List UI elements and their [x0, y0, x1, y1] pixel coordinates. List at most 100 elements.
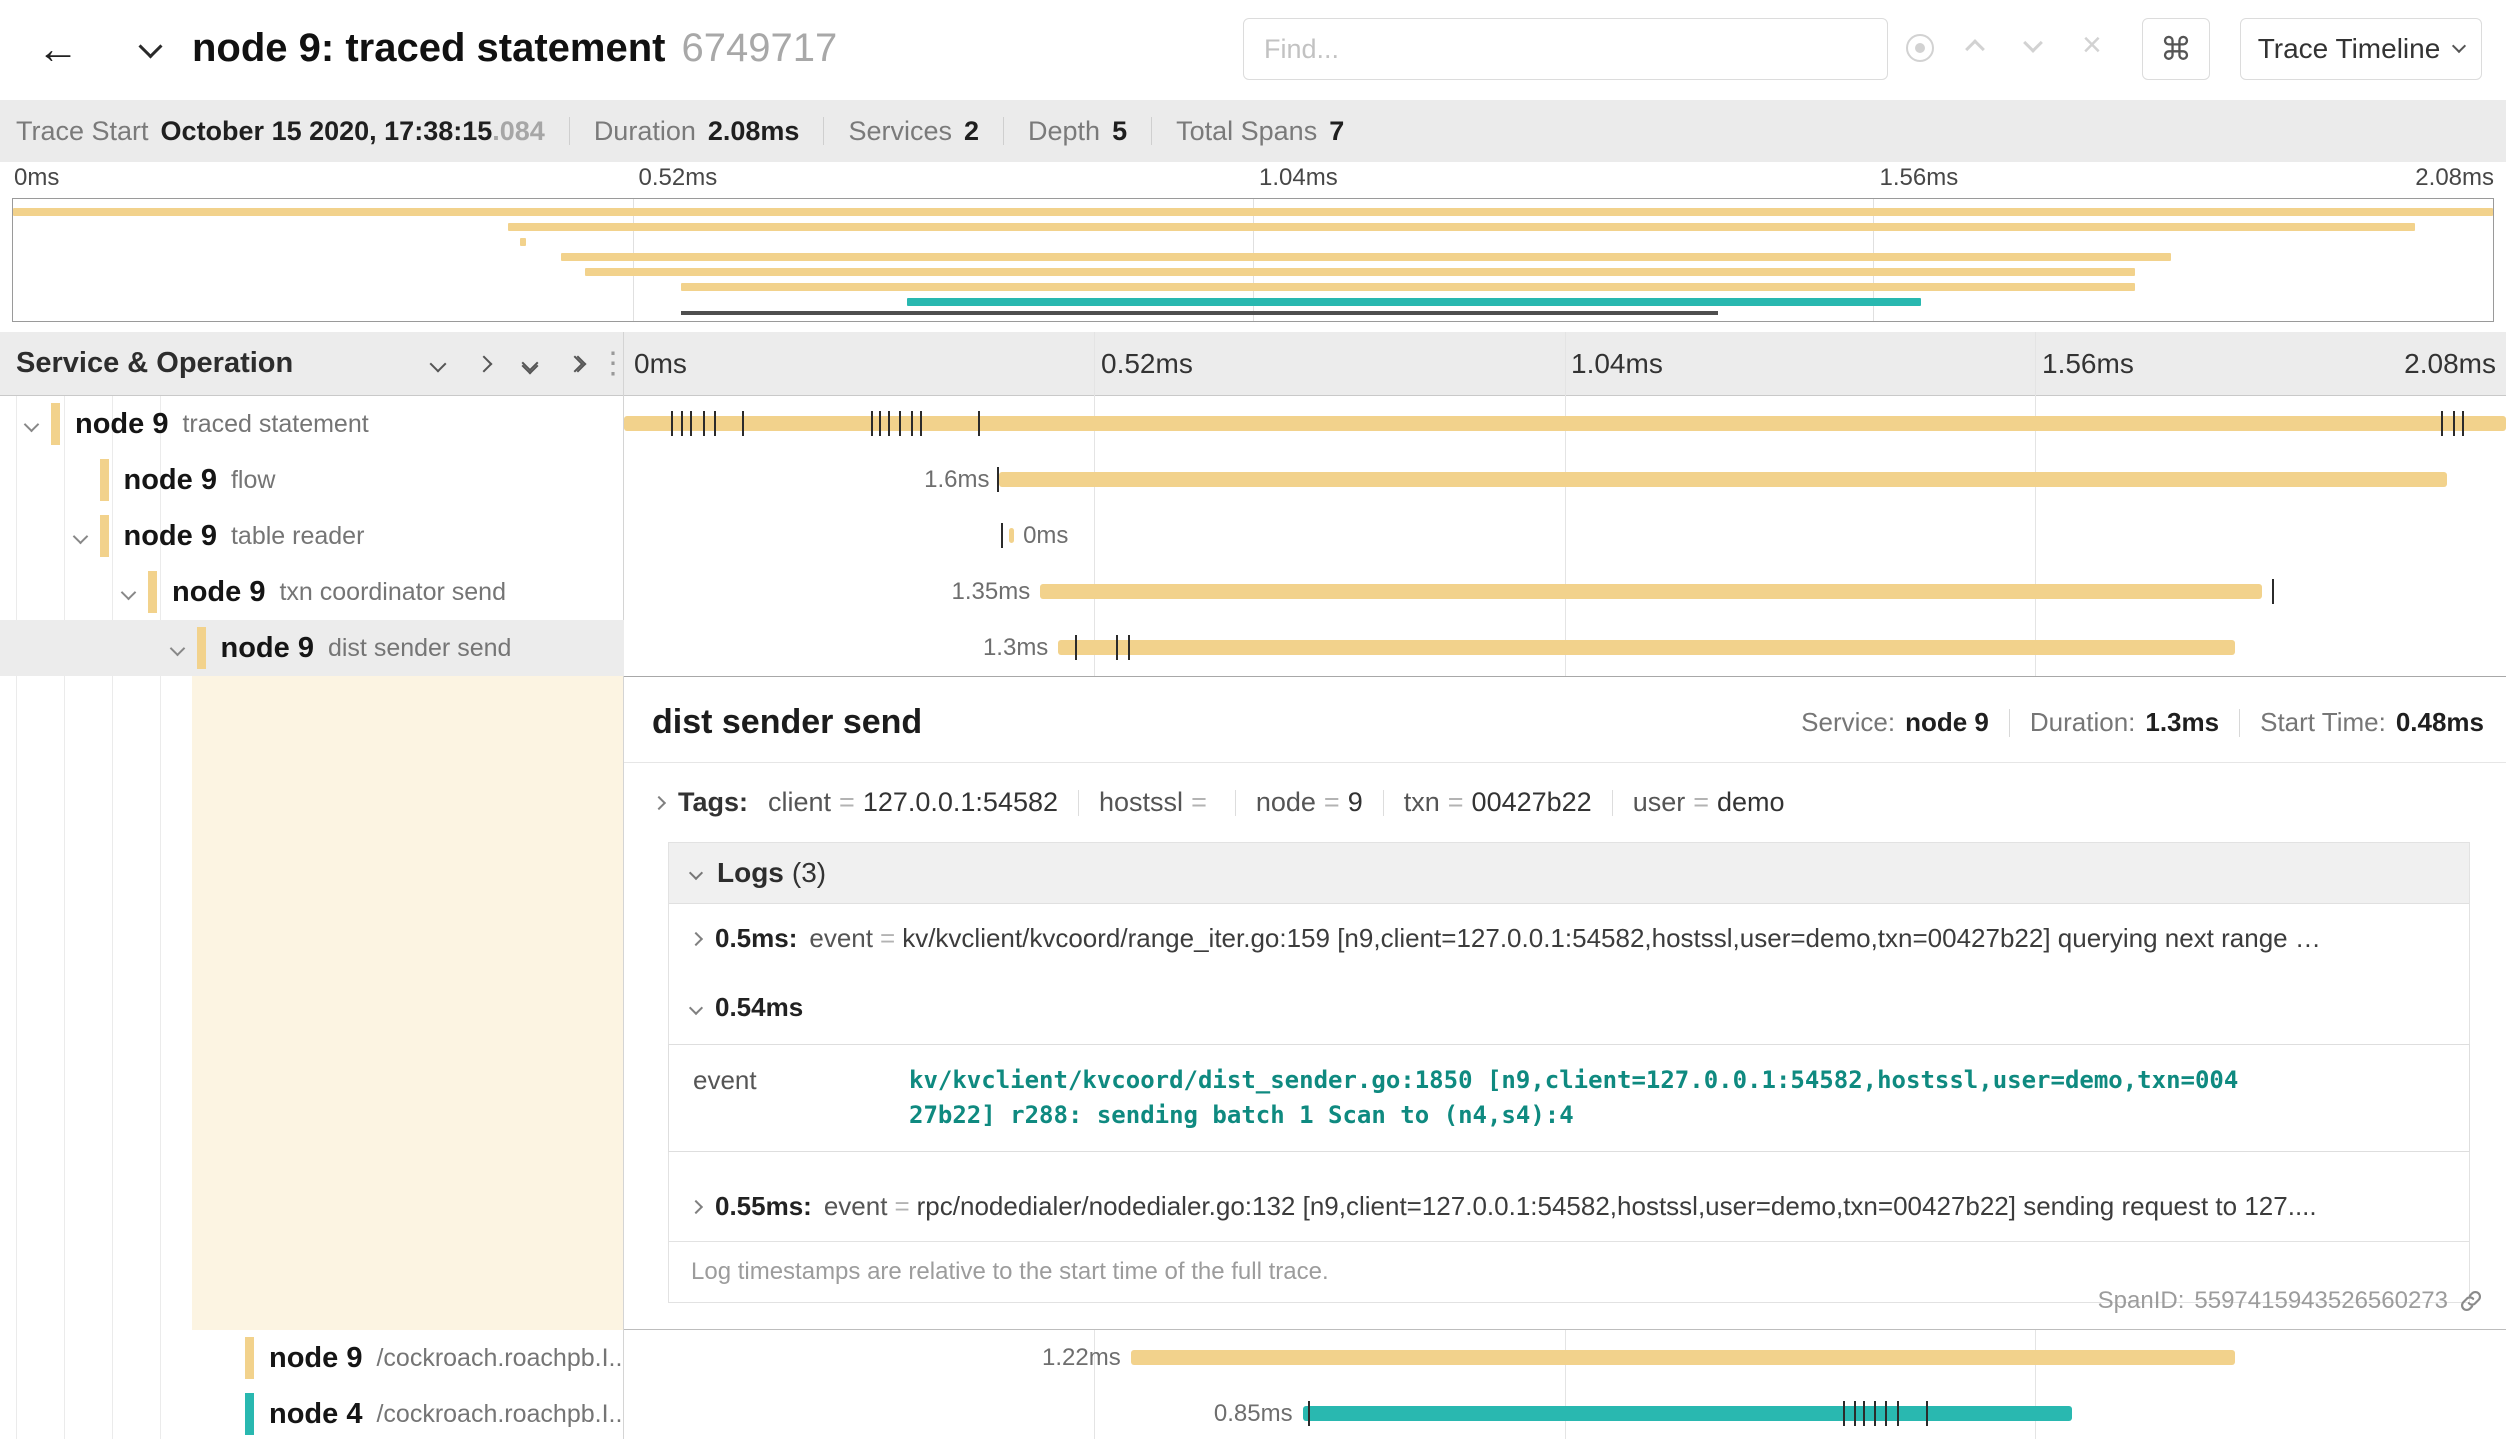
separator	[569, 117, 570, 145]
minimap-canvas[interactable]	[12, 198, 2494, 322]
tag-value: 9	[1348, 787, 1363, 817]
selected-span-descendants-band	[192, 676, 623, 1330]
expand-all-icon[interactable]	[558, 346, 594, 382]
separator	[823, 117, 824, 145]
trace-minimap[interactable]: 0ms 0.52ms 1.04ms 1.56ms 2.08ms	[0, 162, 2506, 332]
chevron-right-icon[interactable]	[652, 795, 666, 809]
log-marker	[671, 411, 673, 436]
span-bar[interactable]	[1131, 1350, 2235, 1365]
log-timestamp: 0.55ms:	[715, 1191, 812, 1222]
collapse-one-icon[interactable]	[420, 346, 456, 382]
span-row[interactable]: node 9txn coordinator send1.35ms	[0, 564, 2506, 620]
service-name: node 9	[221, 632, 314, 665]
tag-item[interactable]: txn=00427b22	[1404, 787, 1592, 818]
logs-header[interactable]: Logs (3)	[669, 843, 2469, 904]
log-marker	[1116, 635, 1118, 660]
link-icon[interactable]	[2458, 1288, 2484, 1314]
log-entry[interactable]: 0.5ms:event=kv/kvclient/kvcoord/range_it…	[669, 904, 2469, 973]
service-value: node 9	[1905, 707, 1989, 738]
find-previous-icon[interactable]	[1965, 39, 1985, 59]
log-field-value: kv/kvclient/kvcoord/range_iter.go:159 [n…	[902, 923, 2321, 954]
log-marker	[1001, 523, 1003, 548]
separator	[1003, 117, 1004, 145]
span-color-block	[245, 1393, 254, 1435]
tag-item[interactable]: client=127.0.0.1:54582	[768, 787, 1058, 818]
chevron-right-icon[interactable]	[689, 1199, 703, 1213]
service-name: node 9	[124, 520, 217, 553]
service-name: node 9	[172, 576, 265, 609]
service-name: node 4	[269, 1398, 362, 1431]
span-row[interactable]: node 9table reader0ms	[0, 508, 2506, 564]
tag-item[interactable]: user= demo	[1633, 787, 1785, 818]
span-duration-label: 1.3ms	[983, 634, 1048, 662]
log-marker	[2272, 579, 2274, 604]
log-marker	[1854, 1401, 1856, 1426]
find-next-icon[interactable]	[2023, 33, 2043, 53]
service-name: node 9	[269, 1342, 362, 1375]
tag-item[interactable]: hostssl=	[1099, 787, 1215, 818]
view-selector-dropdown[interactable]: Trace Timeline	[2240, 18, 2482, 80]
minimap-axis: 0ms 0.52ms 1.04ms 1.56ms 2.08ms	[12, 164, 2494, 194]
span-row[interactable]: node 9traced statement	[0, 396, 2506, 452]
log-timestamp: 0.54ms	[715, 992, 803, 1023]
log-entry[interactable]: 0.55ms:event=rpc/nodedialer/nodedialer.g…	[669, 1172, 2469, 1241]
chevron-down-icon[interactable]	[121, 584, 137, 600]
span-row[interactable]: node 4/cockroach.roachpb.I...0.85ms	[0, 1386, 2506, 1442]
minimap-span-bar	[520, 238, 526, 246]
span-color-block	[51, 403, 60, 445]
tag-equals: =	[1693, 787, 1709, 817]
summary-item: Depth5	[1028, 116, 1127, 147]
service-name: node 9	[75, 408, 168, 441]
find-clear-icon[interactable]: ×	[2082, 26, 2102, 65]
minimap-span-bar	[681, 283, 2136, 291]
minimap-span-bar	[561, 253, 2171, 261]
chevron-down-icon[interactable]	[169, 640, 185, 656]
log-entry[interactable]: 0.54ms	[669, 973, 2469, 1042]
span-bar[interactable]	[1058, 640, 2234, 655]
log-entries: 0.5ms:event=kv/kvclient/kvcoord/range_it…	[669, 904, 2469, 1241]
find-match-indicator-icon[interactable]	[1906, 34, 1934, 62]
back-button[interactable]: ←	[24, 16, 92, 82]
chevron-down-icon	[2452, 39, 2466, 53]
span-tree-cell: node 9 dist sender send	[0, 620, 624, 676]
minimap-scrubber[interactable]	[681, 311, 1718, 315]
operation-name: table reader	[231, 522, 364, 551]
chevron-right-icon[interactable]	[689, 931, 703, 945]
chevron-down-icon[interactable]	[689, 1000, 703, 1014]
log-marker	[911, 411, 913, 436]
logs-section: Logs (3) 0.5ms:event=kv/kvclient/kvcoord…	[668, 842, 2470, 1303]
tag-key: user	[1633, 787, 1686, 817]
log-field-key: event	[669, 1045, 909, 1151]
span-row[interactable]: node 9/cockroach.roachpb.I...1.22ms	[0, 1330, 2506, 1386]
keyboard-shortcuts-button[interactable]: ⌘	[2142, 18, 2210, 80]
span-row[interactable]: node 9 dist sender send 1.3ms	[0, 620, 2506, 676]
span-row[interactable]: node 9flow1.6ms	[0, 452, 2506, 508]
span-bar[interactable]	[999, 472, 2447, 487]
summary-item-value: 2	[964, 116, 979, 147]
summary-item-value: 5	[1112, 116, 1127, 147]
tag-item[interactable]: node=9	[1256, 787, 1363, 818]
span-bar[interactable]	[624, 416, 2506, 431]
span-detail-meta: Service:node 9 Duration:1.3ms Start Time…	[1801, 707, 2484, 738]
chevron-down-icon[interactable]	[24, 416, 40, 432]
tag-equals: =	[1448, 787, 1464, 817]
tags-row[interactable]: Tags: client=127.0.0.1:54582hostssl=node…	[624, 763, 2506, 818]
tag-value: demo	[1717, 787, 1785, 817]
span-id-row: SpanID: 5597415943526560273	[2098, 1287, 2484, 1315]
trace-collapse-chevron-icon[interactable]	[138, 34, 162, 58]
log-marker	[888, 411, 890, 436]
chevron-down-icon[interactable]	[72, 528, 88, 544]
collapse-all-icon[interactable]	[512, 346, 548, 382]
axis-tick-label: 0.52ms	[1101, 348, 1193, 380]
span-bar[interactable]	[1009, 528, 1014, 543]
operation-name: dist sender send	[328, 634, 511, 663]
chevron-down-icon[interactable]	[689, 866, 703, 880]
axis-tick-label: 0ms	[14, 164, 59, 192]
log-marker	[1843, 1401, 1845, 1426]
command-icon: ⌘	[2160, 31, 2192, 67]
span-bar[interactable]	[1040, 584, 2261, 599]
span-bar[interactable]	[1303, 1406, 2072, 1421]
find-input[interactable]	[1243, 18, 1888, 80]
trace-title-wrap: node 9: traced statement6749717	[192, 26, 837, 71]
expand-one-icon[interactable]	[466, 346, 502, 382]
